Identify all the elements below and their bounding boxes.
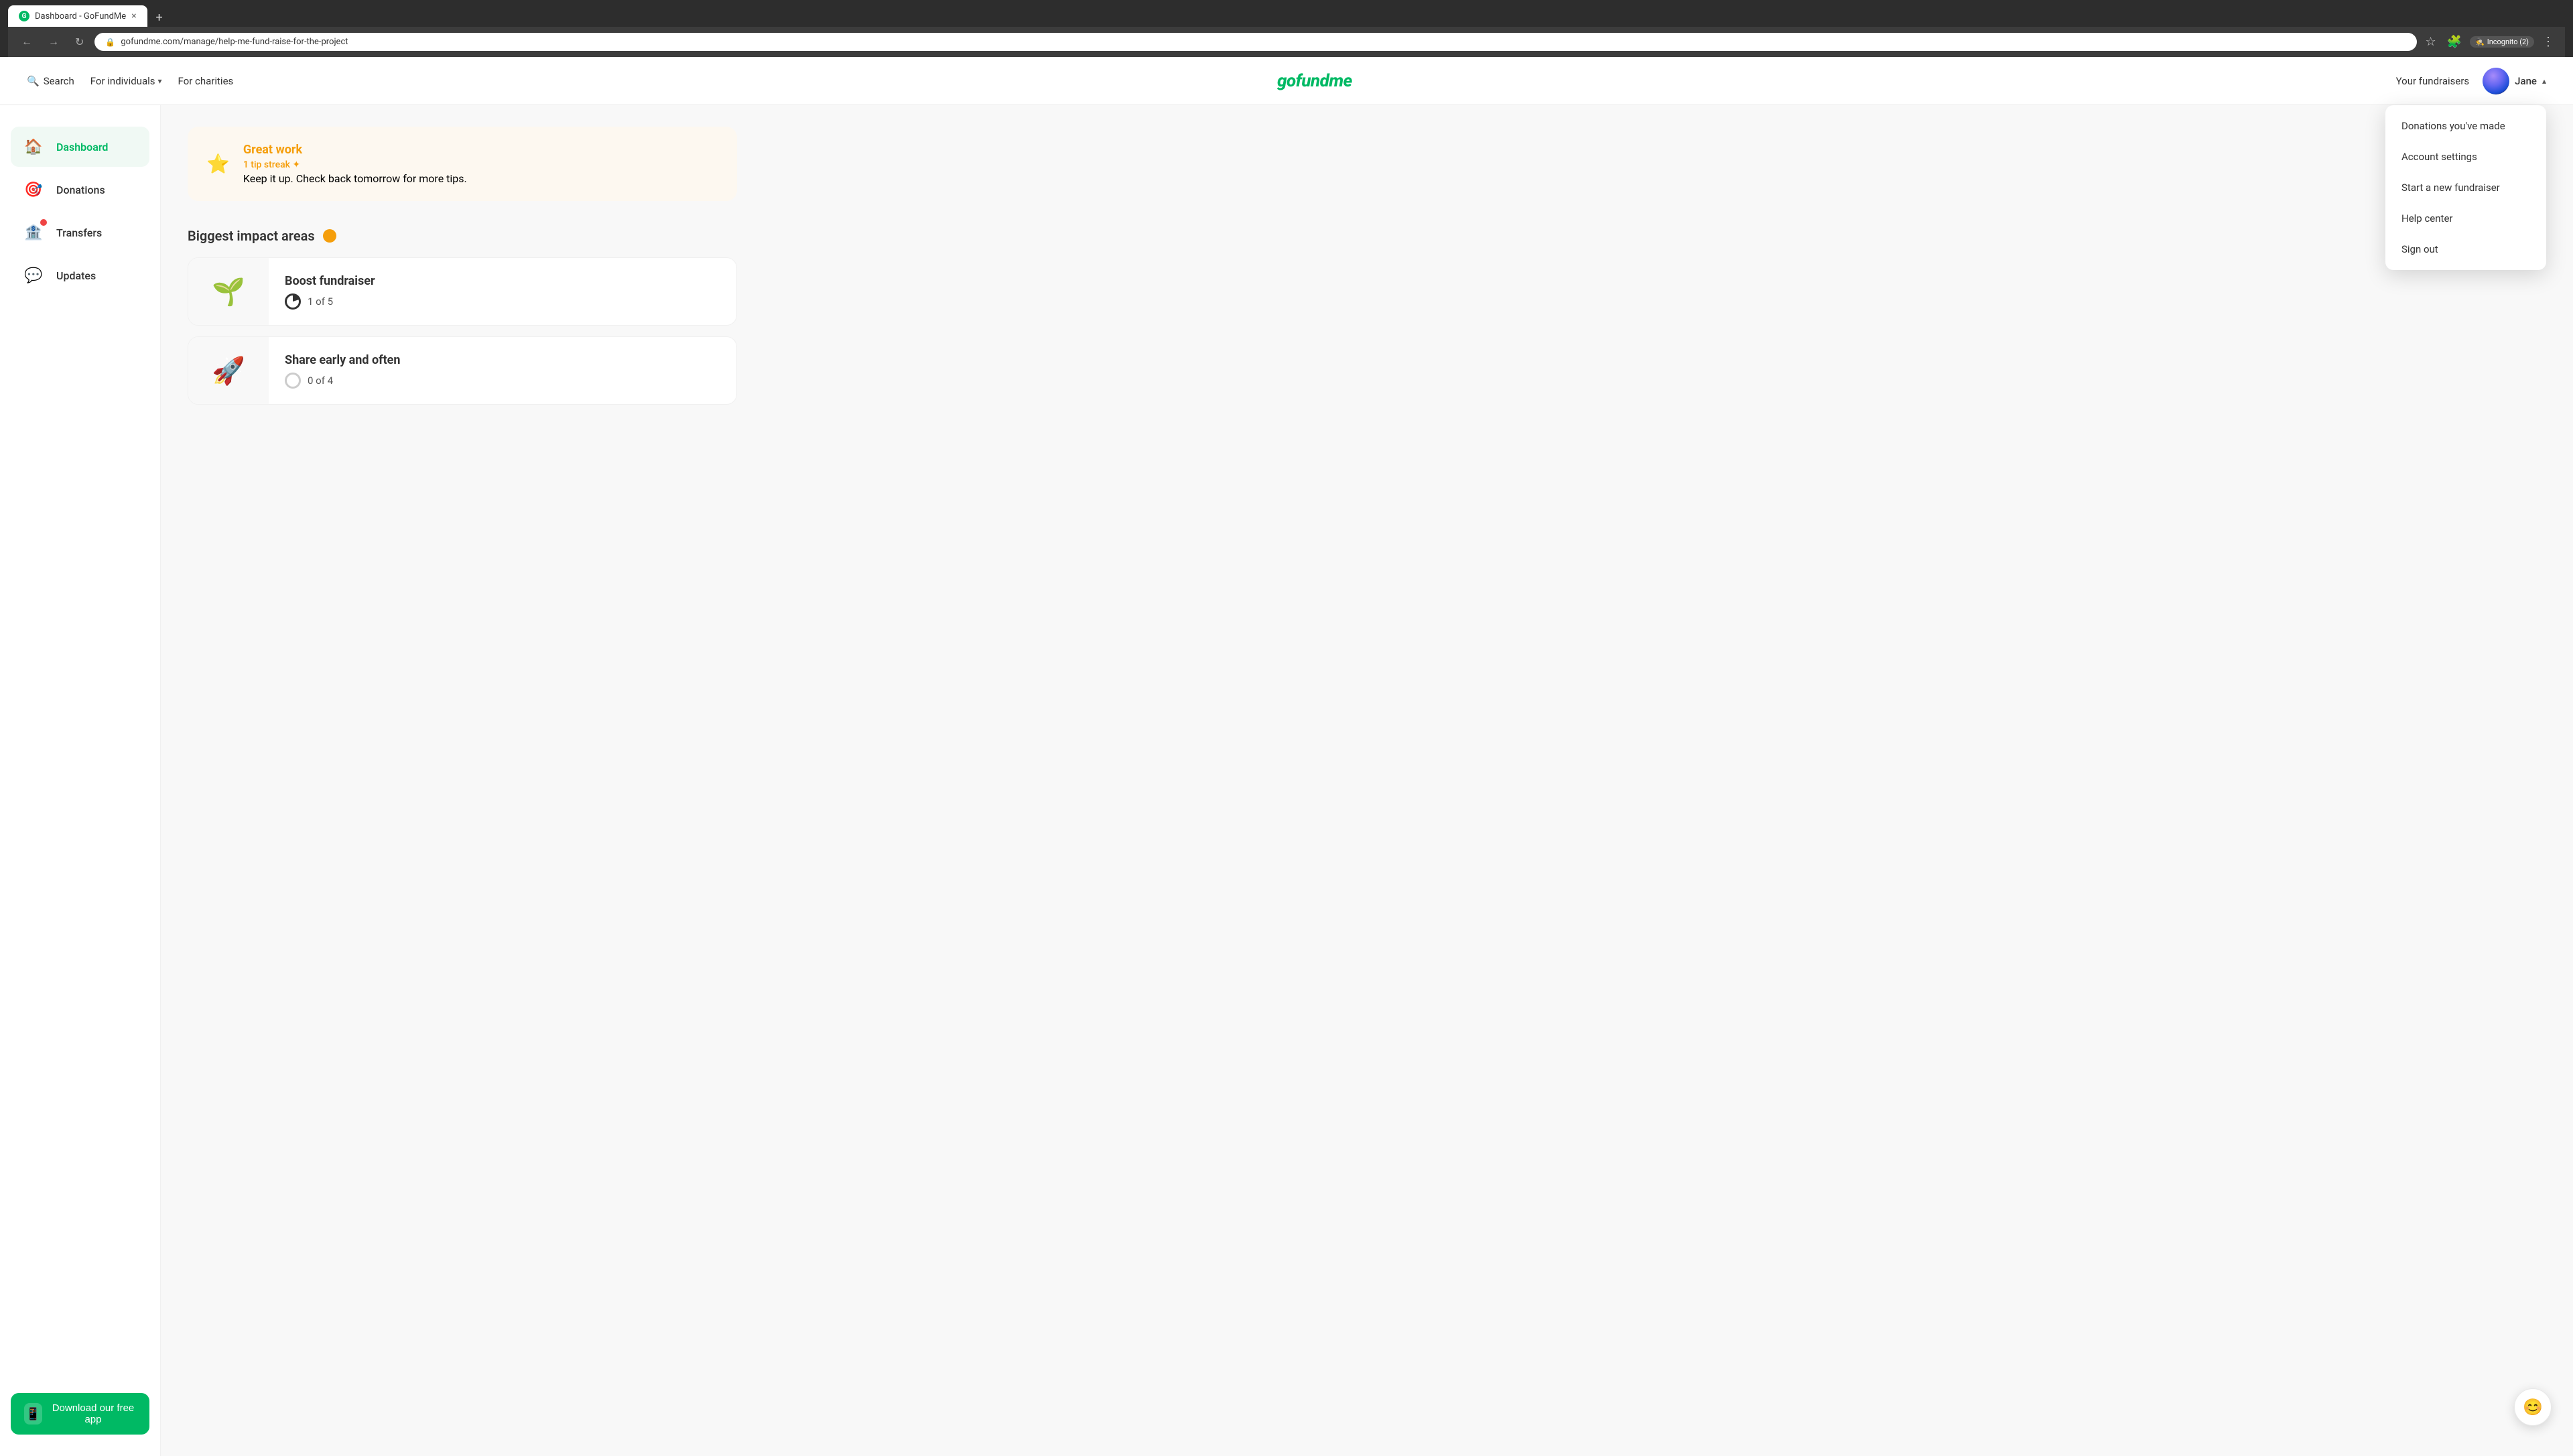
chat-icon: 😊 [2523,1398,2543,1416]
boost-progress-circle [285,293,301,310]
active-tab[interactable]: G Dashboard - GoFundMe × [8,5,147,27]
boost-card-title: Boost fundraiser [285,274,375,288]
updates-icon: 💬 [21,263,46,287]
boost-progress: 1 of 5 [285,293,375,310]
banner-title: Great work 1 tip streak ✦ [243,143,467,171]
banner-description: Keep it up. Check back tomorrow for more… [243,172,467,185]
header-right: Your fundraisers Jane ▴ [2396,68,2546,94]
transfers-notification-dot [40,219,47,226]
url-text: gofundme.com/manage/help-me-fund-raise-f… [121,37,348,47]
share-progress-circle [285,373,301,389]
incognito-label: Incognito (2) [2487,38,2529,46]
download-icon: 📱 [24,1403,42,1425]
avatar-image [2483,68,2509,94]
search-icon: 🔍 [27,75,40,87]
for-charities-label: For charities [178,75,234,87]
lock-icon: 🔒 [105,38,115,47]
orange-dot-indicator [323,229,336,243]
section-title: Biggest impact areas [188,228,737,244]
forward-btn[interactable]: → [43,34,64,51]
for-individuals-label: For individuals [90,75,155,87]
site-header: 🔍 Search For individuals ▾ For charities… [0,57,2573,105]
boost-fundraiser-card[interactable]: 🌱 Boost fundraiser 1 of 5 [188,257,737,326]
banner-streak: 1 tip streak ✦ [243,159,300,170]
boost-progress-label: 1 of 5 [308,295,333,308]
header-nav: 🔍 Search For individuals ▾ For charities [27,75,233,87]
star-icon: ⭐ [206,153,230,175]
boost-icon-area: 🌱 [188,258,269,325]
share-progress-label: 0 of 4 [308,375,333,387]
chevron-down-icon: ▾ [158,76,162,86]
section-title-text: Biggest impact areas [188,228,315,244]
tab-title: Dashboard - GoFundMe [35,11,126,21]
share-fundraiser-card[interactable]: 🚀 Share early and often 0 of 4 [188,336,737,405]
sidebar-item-dashboard[interactable]: 🏠 Dashboard [11,127,149,167]
donations-icon: 🎯 [21,178,46,202]
sidebar-donations-label: Donations [56,184,105,196]
logo-area: gofundme [233,71,2395,91]
avatar [2483,68,2509,94]
for-charities-nav[interactable]: For charities [178,75,234,87]
browser-toolbar: ← → ↻ 🔒 gofundme.com/manage/help-me-fund… [8,27,2565,57]
incognito-badge: 🕵 Incognito (2) [2470,36,2534,48]
dropdown-donations-made[interactable]: Donations you've made [2385,111,2546,141]
extensions-btn[interactable]: 🧩 [2444,32,2464,52]
biggest-impact-section: Biggest impact areas 🌱 Boost fundraiser … [188,228,737,405]
boost-card-content: Boost fundraiser 1 of 5 [269,261,391,323]
great-work-banner: ⭐ Great work 1 tip streak ✦ Keep it up. … [188,127,737,201]
gofundme-logo[interactable]: gofundme [1277,71,1352,91]
share-progress: 0 of 4 [285,373,401,389]
sidebar-updates-label: Updates [56,269,96,282]
browser-chrome: G Dashboard - GoFundMe × + ← → ↻ 🔒 gofun… [0,0,2573,57]
tab-close-btn[interactable]: × [131,11,136,21]
sidebar-item-donations[interactable]: 🎯 Donations [11,170,149,210]
page-layout: 🏠 Dashboard 🎯 Donations 🏦 Transfers 💬 Up… [0,105,2573,1456]
chevron-up-icon: ▴ [2542,76,2546,86]
refresh-btn[interactable]: ↻ [70,33,89,52]
chat-fab-button[interactable]: 😊 [2514,1388,2552,1426]
user-dropdown-menu: Donations you've made Account settings S… [2385,105,2546,270]
dropdown-start-fundraiser[interactable]: Start a new fundraiser [2385,172,2546,203]
for-individuals-nav[interactable]: For individuals ▾ [90,75,162,87]
your-fundraisers-link[interactable]: Your fundraisers [2396,75,2470,87]
logo-text: gofundme [1277,71,1352,91]
share-card-content: Share early and often 0 of 4 [269,340,417,402]
new-tab-btn[interactable]: + [150,8,169,27]
dropdown-help-center[interactable]: Help center [2385,203,2546,234]
username-label: Jane [2515,75,2537,87]
sidebar-transfers-label: Transfers [56,226,102,239]
search-link[interactable]: 🔍 Search [27,75,74,87]
share-card-title: Share early and often [285,353,401,367]
back-btn[interactable]: ← [16,34,38,51]
download-app-button[interactable]: 📱 Download our free app [11,1393,149,1435]
dropdown-sign-out[interactable]: Sign out [2385,234,2546,265]
sidebar-item-updates[interactable]: 💬 Updates [11,255,149,295]
sidebar-bottom: 📱 Download our free app [11,1393,149,1435]
bookmark-btn[interactable]: ☆ [2422,32,2438,52]
sidebar-dashboard-label: Dashboard [56,141,108,153]
tab-favicon: G [19,11,29,21]
transfers-icon-wrapper: 🏦 [21,220,46,245]
sidebar-item-transfers[interactable]: 🏦 Transfers [11,212,149,253]
sidebar: 🏠 Dashboard 🎯 Donations 🏦 Transfers 💬 Up… [0,105,161,1456]
menu-btn[interactable]: ⋮ [2539,32,2557,52]
download-app-label: Download our free app [50,1402,136,1425]
main-content: ⭐ Great work 1 tip streak ✦ Keep it up. … [161,105,764,1456]
incognito-icon: 🕵 [2475,38,2485,46]
boost-icon: 🌱 [212,276,245,308]
user-menu[interactable]: Jane ▴ [2483,68,2546,94]
dashboard-icon: 🏠 [21,135,46,159]
toolbar-actions: ☆ 🧩 🕵 Incognito (2) ⋮ [2422,32,2557,52]
share-icon-area: 🚀 [188,337,269,404]
share-icon: 🚀 [212,355,245,387]
dropdown-account-settings[interactable]: Account settings [2385,141,2546,172]
search-label: Search [44,75,74,87]
address-bar[interactable]: 🔒 gofundme.com/manage/help-me-fund-raise… [94,33,2417,51]
banner-text: Great work 1 tip streak ✦ Keep it up. Ch… [243,143,467,185]
